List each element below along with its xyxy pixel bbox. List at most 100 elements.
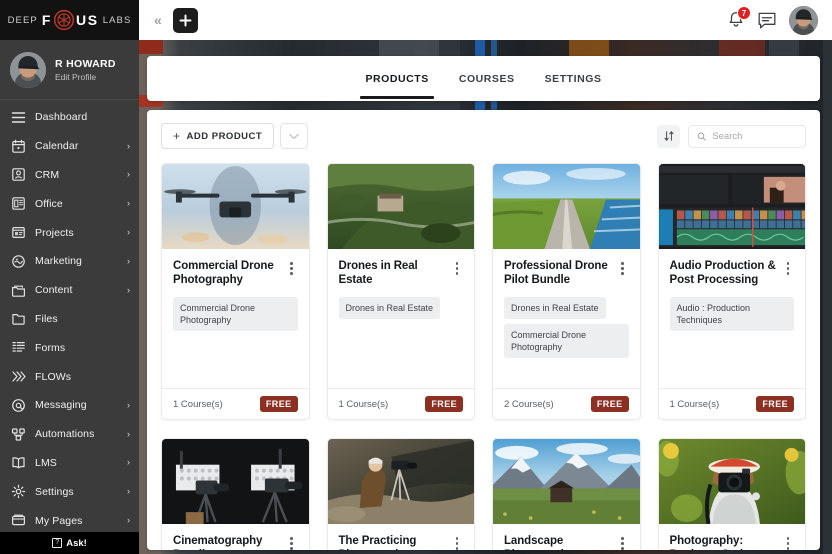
product-card-body: Professional Drone Pilot BundleDrones in… <box>493 249 640 388</box>
product-card[interactable]: The Practicing PhotographerThe Practicin… <box>327 438 476 550</box>
add-product-dropdown-button[interactable] <box>280 123 308 149</box>
brand-letter-u: U <box>76 12 88 28</box>
product-options-button[interactable] <box>617 534 629 550</box>
tab-settings[interactable]: SETTINGS <box>543 59 604 98</box>
messaging-icon <box>11 398 26 413</box>
product-options-button[interactable] <box>451 534 463 550</box>
sidebar-item-messaging[interactable]: Messaging› <box>0 391 139 420</box>
user-avatar-button[interactable] <box>789 6 818 35</box>
search-input[interactable] <box>712 131 797 142</box>
brand-letter-s: S <box>88 12 99 28</box>
product-card[interactable]: Commercial Drone PhotographyCommercial D… <box>161 163 310 420</box>
product-card[interactable]: Photography: Beginner SeriesUnderstandin… <box>658 438 807 550</box>
coastal-road-photo <box>493 164 640 249</box>
product-title: Landscape Photography: Basics <box>504 534 613 550</box>
edit-profile-link[interactable]: Edit Profile <box>55 72 116 82</box>
product-card-body: Drones in Real EstateDrones in Real Esta… <box>328 249 475 388</box>
product-card-footer: 2 Course(s)FREE <box>493 388 640 419</box>
product-title: Cinematography Bundle <box>173 534 282 550</box>
product-options-button[interactable] <box>617 259 629 275</box>
automations-icon <box>11 427 26 442</box>
chevron-right-icon: › <box>127 516 130 525</box>
brand-logo[interactable]: DEEP F C U S <box>0 0 139 40</box>
sidebar-item-calendar[interactable]: Calendar› <box>0 132 139 161</box>
chevron-right-icon: › <box>127 286 130 295</box>
sidebar-item-label: Messaging <box>35 399 118 411</box>
quick-add-button[interactable] <box>173 8 198 33</box>
product-title: Photography: Beginner Series <box>670 534 779 550</box>
product-card[interactable]: Landscape Photography: BasicsPhotography… <box>492 438 641 550</box>
collapse-sidebar-button[interactable]: « <box>149 13 167 27</box>
sidebar-item-content[interactable]: Content› <box>0 276 139 305</box>
sidebar-item-label: Projects <box>35 227 118 239</box>
sidebar-item-label: CRM <box>35 169 118 181</box>
product-options-button[interactable] <box>451 259 463 275</box>
sidebar-item-office[interactable]: Office› <box>0 189 139 218</box>
notifications-button[interactable]: 7 <box>727 10 745 30</box>
marketing-icon <box>11 254 26 269</box>
ask-button[interactable]: ? Ask! <box>0 532 139 554</box>
product-options-button[interactable] <box>286 259 298 275</box>
sidebar-item-label: Settings <box>35 486 118 498</box>
sidebar-item-settings[interactable]: Settings › <box>0 477 139 506</box>
product-options-button[interactable] <box>782 534 794 550</box>
product-card-body: Photography: Beginner SeriesUnderstandin… <box>659 524 806 550</box>
sidebar-item-marketing[interactable]: Marketing› <box>0 247 139 276</box>
product-options-button[interactable] <box>782 259 794 275</box>
product-course-chip: Commercial Drone Photography <box>504 324 629 358</box>
product-card[interactable]: Drones in Real EstateDrones in Real Esta… <box>327 163 476 420</box>
chat-icon <box>757 11 777 30</box>
product-card-body: Cinematography BundleCinematography Bund… <box>162 524 309 550</box>
product-chips: Audio : Production Techniques <box>670 297 795 331</box>
product-card[interactable]: Audio Production & Post Processing Audio … <box>658 163 807 420</box>
top-bar-actions: 7 <box>727 6 818 35</box>
profile-name: R HOWARD <box>55 58 116 70</box>
tab-courses[interactable]: COURSES <box>457 59 517 98</box>
sidebar-nav: DashboardCalendar›CRM›Office›Projects›Ma… <box>0 100 139 532</box>
sidebar-item-forms[interactable]: Forms <box>0 333 139 362</box>
chevron-right-icon: › <box>127 487 130 496</box>
sidebar-item-crm[interactable]: CRM› <box>0 161 139 190</box>
product-card[interactable]: Professional Drone Pilot BundleDrones in… <box>492 163 641 420</box>
sort-button[interactable] <box>657 125 680 148</box>
files-icon <box>11 311 26 326</box>
sidebar-item-files[interactable]: Files <box>0 305 139 334</box>
product-title: Audio Production & Post Processing <box>670 259 779 288</box>
product-course-chip: Audio : Production Techniques <box>670 297 795 331</box>
main-area: « 7 <box>139 0 832 554</box>
profile-block[interactable]: R HOWARD Edit Profile <box>0 40 139 100</box>
product-card-footer: 1 Course(s)FREE <box>328 388 475 419</box>
sidebar-item-dashboard[interactable]: Dashboard <box>0 103 139 132</box>
product-chips: Drones in Real EstateCommercial Drone Ph… <box>504 297 629 358</box>
content-wrapper: PRODUCTS COURSES SETTINGS + ADD PRODUCT <box>139 40 832 554</box>
dashboard-icon <box>11 110 26 125</box>
sidebar-item-projects[interactable]: Projects› <box>0 218 139 247</box>
sidebar-item-flows[interactable]: FLOWs <box>0 362 139 391</box>
sidebar-item-my-pages[interactable]: My Pages› <box>0 506 139 532</box>
sidebar-item-label: Files <box>35 313 130 325</box>
product-card[interactable]: Cinematography BundleCinematography Bund… <box>161 438 310 550</box>
product-card-header: Audio Production & Post Processing <box>670 259 795 288</box>
product-options-button[interactable] <box>286 534 298 550</box>
notification-badge: 7 <box>737 6 751 20</box>
sidebar-item-automations[interactable]: Automations› <box>0 420 139 449</box>
price-badge: FREE <box>756 396 794 412</box>
my-pages-icon <box>11 513 26 528</box>
chevron-right-icon: › <box>127 199 130 208</box>
tab-products[interactable]: PRODUCTS <box>363 59 430 98</box>
product-grid: Commercial Drone Photography Commercial D… <box>161 163 806 550</box>
product-card-header: Landscape Photography: Basics <box>504 534 629 550</box>
top-bar: « 7 <box>139 0 832 40</box>
course-count: 1 Course(s) <box>339 399 389 410</box>
content-icon <box>11 283 26 298</box>
search-box[interactable] <box>688 125 806 148</box>
messages-button[interactable] <box>757 11 777 30</box>
product-card-header: Drones in Real Estate <box>339 259 464 288</box>
product-course-chip: Commercial Drone Photography <box>173 297 298 331</box>
film-studio-cameras-photo <box>162 439 309 524</box>
sidebar-item-lms[interactable]: LMS› <box>0 449 139 478</box>
chevron-right-icon: › <box>127 458 130 467</box>
question-mark-icon: ? <box>52 538 62 548</box>
product-card-footer: 1 Course(s)FREE <box>162 388 309 419</box>
add-product-button[interactable]: + ADD PRODUCT <box>161 123 274 149</box>
